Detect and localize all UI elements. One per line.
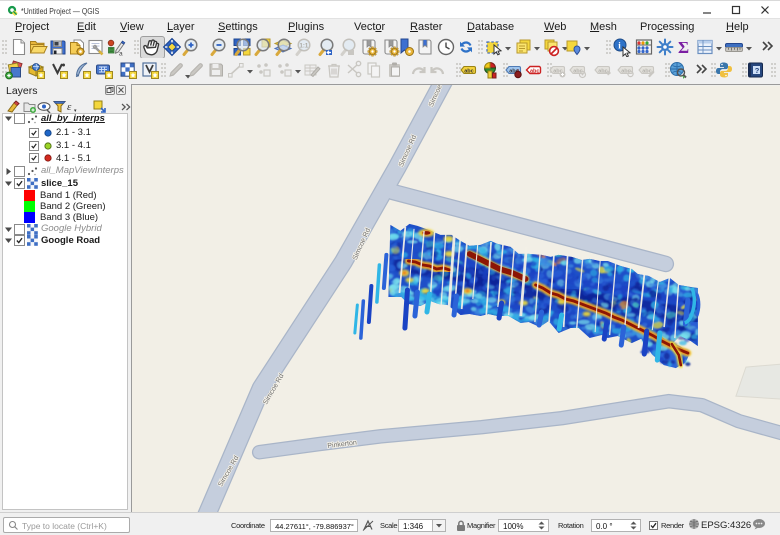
svg-text:abc: abc [464, 69, 473, 75]
svg-text:a: a [119, 51, 123, 58]
svg-text:1:1: 1:1 [300, 44, 309, 50]
svg-text:Σ: Σ [678, 38, 689, 57]
svg-text:?: ? [755, 66, 760, 75]
svg-text:ε: ε [67, 101, 72, 113]
svg-text:abc: abc [530, 69, 539, 75]
